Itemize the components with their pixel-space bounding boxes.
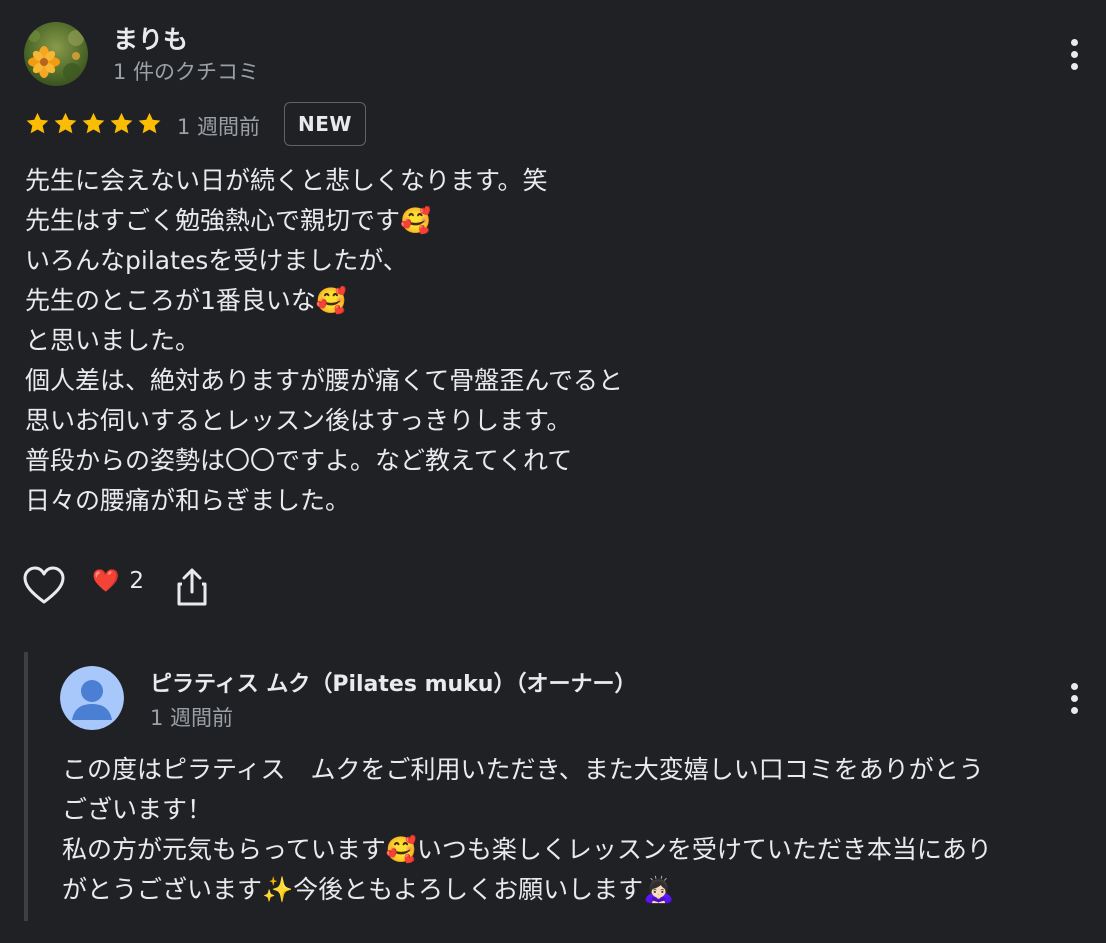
reaction-summary[interactable]: ❤️ 2: [92, 568, 144, 594]
more-options-button[interactable]: [1064, 34, 1084, 74]
heart-outline-icon: [23, 566, 65, 604]
star-icon: [54, 112, 77, 134]
reply-time: 1 週間前: [150, 706, 234, 730]
share-icon: [177, 568, 207, 606]
review-time: 1 週間前: [177, 115, 261, 139]
reviewer-name[interactable]: まりも: [113, 20, 188, 56]
share-button[interactable]: [174, 566, 210, 608]
review-text: 先生に会えない日が続くと悲しくなります。笑 先生はすごく勉強熱心で親切です🥰 いろん…: [25, 161, 1075, 521]
review-text-line: と思いました。: [25, 326, 201, 355]
review-text-line: 先生に会えない日が続くと悲しくなります。笑: [25, 166, 548, 195]
owner-name: ピラティス ムク（Pilates muku）（オーナー）: [150, 672, 637, 697]
review-text-line: 普段からの姿勢は〇〇ですよ。など教えてくれて: [25, 446, 573, 475]
reply-text-line: 私の方が元気もらっています🥰いつも楽しくレッスンを受けていただき本当にあり: [62, 835, 992, 864]
reviewer-review-count[interactable]: 1 件のクチコミ: [113, 56, 259, 86]
reply-more-options-button[interactable]: [1064, 678, 1084, 718]
like-button[interactable]: [22, 565, 66, 607]
reply-text-line: がとうございます✨今後ともよろしくお願いします🙇🏻‍♀️: [62, 875, 675, 904]
reply-text: この度はピラティス ムクをご利用いただき、また大変嬉しい口コミをありがとう ござい…: [62, 750, 1102, 910]
review-text-line: 個人差は、絶対ありますが腰が痛くて骨盤歪んでると: [25, 366, 624, 395]
flower-photo-icon: [24, 22, 88, 86]
reaction-count: 2: [129, 568, 145, 594]
review-text-line: 先生のところが1番良いな🥰: [25, 286, 348, 315]
star-icon: [138, 112, 161, 134]
star-icon: [82, 112, 105, 134]
star-icon: [110, 112, 133, 134]
reviewer-avatar[interactable]: [24, 22, 88, 86]
reply-text-line: ございます！: [62, 795, 213, 824]
star-icon: [26, 112, 49, 134]
review-text-line: 日々の腰痛が和らぎました。: [25, 486, 351, 515]
default-person-icon: [60, 666, 124, 730]
more-vertical-icon: [1070, 38, 1078, 46]
star-rating: [24, 110, 163, 137]
more-vertical-icon: [1070, 682, 1078, 690]
reply-text-line: この度はピラティス ムクをご利用いただき、また大変嬉しい口コミをありがとう: [62, 755, 984, 784]
review-text-line: いろんなpilatesを受けましたが、: [25, 246, 408, 275]
reply-divider: [24, 652, 28, 921]
owner-avatar[interactable]: [60, 666, 124, 730]
review-text-line: 先生はすごく勉強熱心で親切です🥰: [25, 206, 432, 235]
new-badge: NEW: [284, 102, 366, 146]
red-heart-icon: ❤️: [92, 568, 120, 594]
review-card: まりも 1 件のクチコミ 1 週間前 NEW 先生に会えない日が続くと悲しくなり…: [0, 0, 1106, 943]
review-text-line: 思いお伺いするとレッスン後はすっきりします。: [25, 406, 572, 435]
